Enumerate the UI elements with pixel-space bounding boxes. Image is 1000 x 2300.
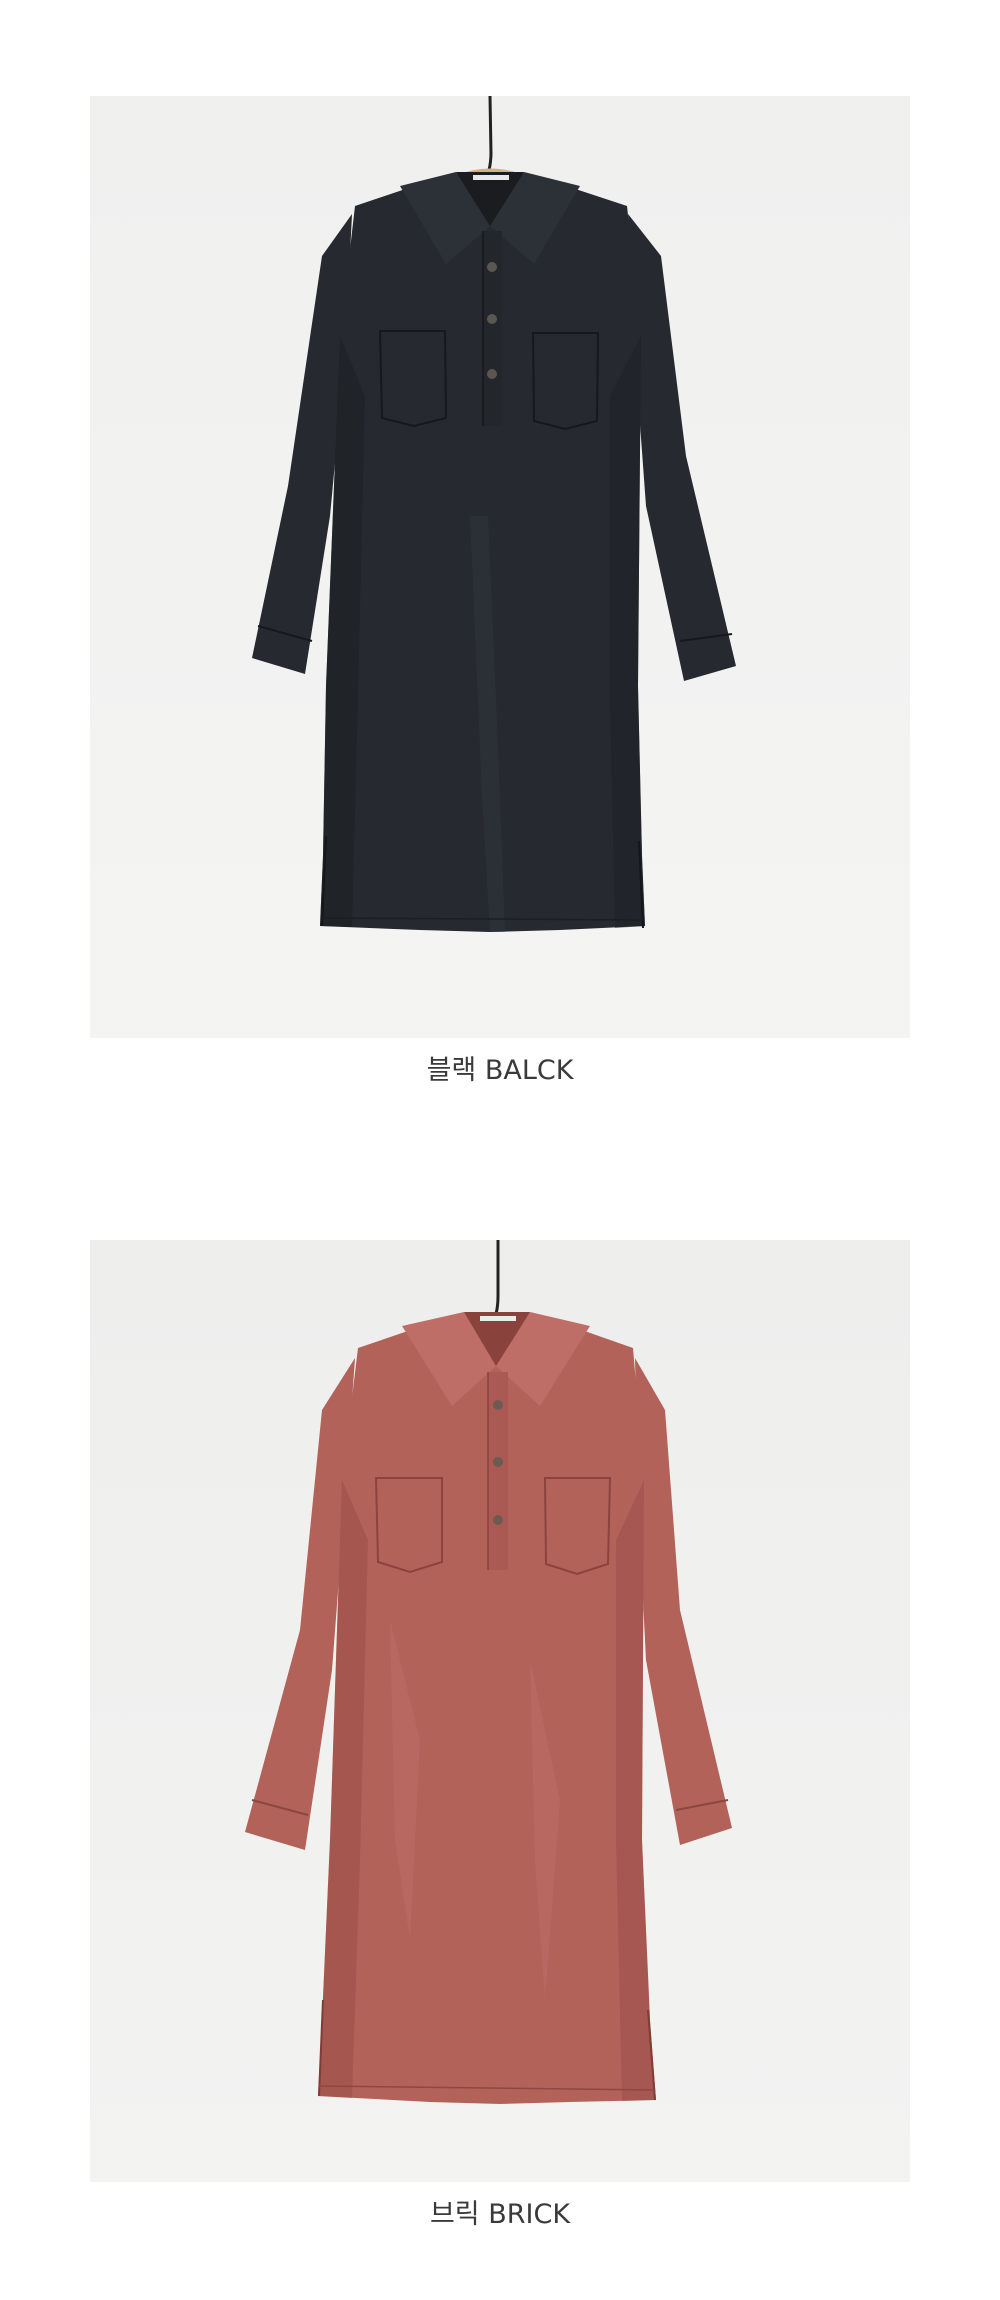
button-2 <box>493 1457 503 1467</box>
product-photo-black <box>90 96 910 1038</box>
button-3 <box>487 369 497 379</box>
button-1 <box>493 1400 503 1410</box>
black-shirt-dress-image <box>90 96 910 1038</box>
button-2 <box>487 314 497 324</box>
caption-brick: 브릭 BRICK <box>429 2199 571 2230</box>
caption-black: 블랙 BALCK <box>426 1055 574 1086</box>
button-3 <box>493 1515 503 1525</box>
hanger-hook-wire <box>488 96 493 155</box>
product-photo-brick <box>90 1240 910 2182</box>
brick-shirt-dress-image <box>90 1240 910 2182</box>
button-1 <box>487 262 497 272</box>
